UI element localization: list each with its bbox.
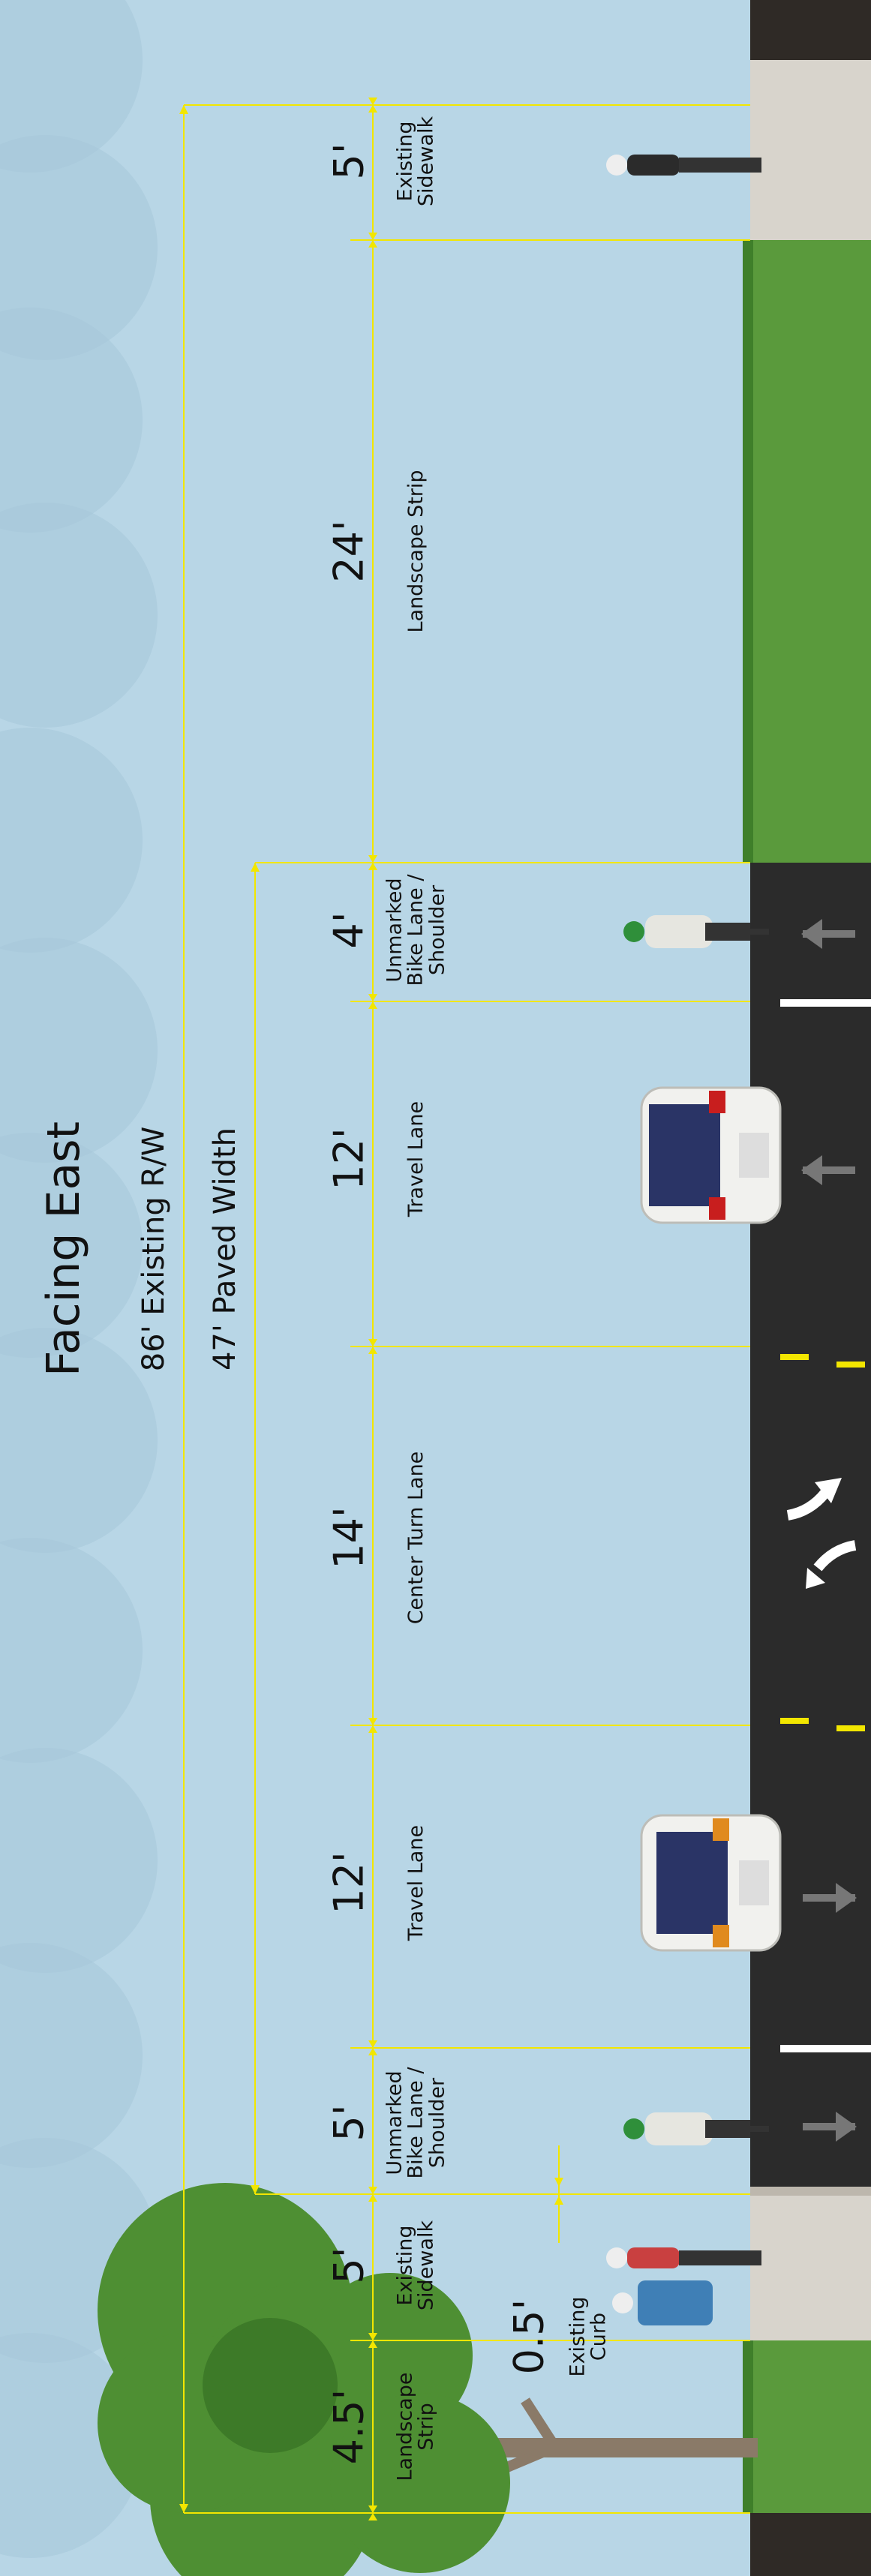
pedestrian-head	[612, 2292, 633, 2313]
pedestrian-icon	[606, 2247, 761, 2268]
row-width-label: 86' Existing R/W	[137, 1126, 171, 1372]
landscape-south-grass	[750, 2340, 871, 2513]
roadway-asphalt	[750, 863, 871, 2194]
curb-label: Existing Curb	[566, 2296, 611, 2377]
hedge-south	[743, 2340, 753, 2513]
pedestrian-legs	[679, 158, 761, 173]
cyclist-legs	[705, 2120, 750, 2138]
seg-dim-travel-south: 12'	[325, 1851, 373, 1914]
pedestrian-skirt	[638, 2280, 713, 2325]
car-icon	[640, 1086, 782, 1224]
seg-dim-travel-north: 12'	[325, 1127, 373, 1190]
soil-north	[750, 0, 871, 60]
seg-dim-sidewalk-north: 5'	[325, 143, 373, 180]
pedestrian-torso	[627, 2247, 680, 2268]
paved-width-label: 47' Paved Width	[208, 1127, 242, 1371]
car-windshield	[656, 1832, 728, 1934]
lane-line-yellow	[836, 1362, 865, 1368]
cyclist-body	[645, 2112, 713, 2145]
seg-dim-bike-south: 5'	[325, 2104, 373, 2142]
seg-label-landscape-south: Landscape Strip	[393, 2372, 438, 2481]
sidewalk-south-surface	[750, 2194, 871, 2340]
car-light	[709, 1197, 725, 1220]
curb-surface	[750, 2187, 871, 2196]
seg-label-bike-south: Unmarked Bike Lane / Shoulder	[383, 2067, 449, 2179]
cross-section-diagram: Facing East 86' Existing R/W 47' Paved W…	[0, 0, 871, 2576]
sidewalk-north-surface	[750, 60, 871, 240]
car-icon	[640, 1814, 782, 1952]
hedge-north	[743, 240, 753, 863]
car-light	[709, 1091, 725, 1113]
seg-dim-sidewalk-south: 5'	[325, 2247, 373, 2284]
car-grille	[739, 1860, 769, 1905]
cyclist-helmet	[623, 921, 644, 942]
seg-dim-bike-north: 4'	[325, 911, 373, 949]
curb-dim: 0.5'	[505, 2298, 553, 2375]
pedestrian-icon	[606, 155, 761, 176]
lane-line-yellow	[836, 1725, 865, 1731]
car-grille	[739, 1133, 769, 1178]
car-light	[713, 1818, 729, 1841]
pedestrian-legs	[679, 2250, 761, 2265]
seg-label-center-turn: Center Turn Lane	[404, 1451, 428, 1625]
landscape-north-grass	[750, 240, 871, 863]
seg-label-sidewalk-north: Existing Sidewalk	[393, 116, 438, 207]
pedestrian-torso	[627, 155, 680, 176]
pedestrian-head	[606, 2247, 627, 2268]
tree-foliage	[203, 2318, 338, 2453]
lane-line-yellow	[780, 1354, 809, 1360]
pedestrian-head	[606, 155, 627, 176]
seg-label-sidewalk-south: Existing Sidewalk	[393, 2220, 438, 2311]
seg-label-travel-south: Travel Lane	[404, 1824, 428, 1941]
seg-dim-landscape-north: 24'	[325, 520, 373, 583]
seg-dim-center-turn: 14'	[325, 1506, 373, 1569]
lane-line-yellow	[780, 1718, 809, 1724]
seg-label-landscape-north: Landscape Strip	[404, 470, 428, 633]
soil-south	[750, 2513, 871, 2576]
diagram-title: Facing East	[38, 1121, 90, 1377]
lane-line-white-south	[780, 2045, 871, 2052]
car-windshield	[649, 1104, 720, 1206]
cyclist-legs	[705, 923, 750, 941]
street-scene	[0, 0, 871, 2576]
cyclist-helmet	[623, 2118, 644, 2139]
car-light	[713, 1925, 729, 1947]
seg-label-travel-north: Travel Lane	[404, 1100, 428, 1217]
cyclist-body	[645, 915, 713, 948]
seg-label-bike-north: Unmarked Bike Lane / Shoulder	[383, 874, 449, 986]
seg-dim-landscape-south: 4.5'	[325, 2388, 373, 2465]
tree-trunk	[480, 2438, 758, 2457]
lane-line-white-north	[780, 999, 871, 1007]
